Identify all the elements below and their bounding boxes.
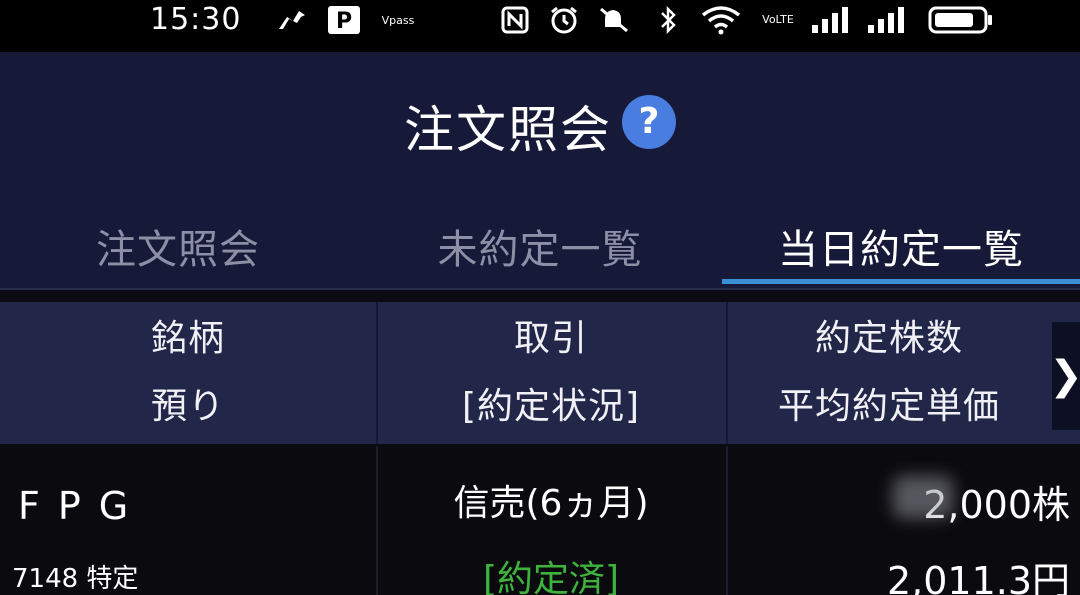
running-person-icon xyxy=(274,6,310,34)
column-custody-label: 預り xyxy=(150,386,225,427)
volte-icon: VoLTE xyxy=(762,13,794,26)
header-divider xyxy=(0,288,1080,290)
active-tab-indicator xyxy=(722,279,1080,284)
status-bar: 15:30 P Vpass VoLTE xyxy=(0,0,1080,52)
signal-icon xyxy=(866,6,910,34)
column-symbol-label: 銘柄 xyxy=(150,318,225,359)
bluetooth-icon xyxy=(656,5,682,35)
status-time: 15:30 xyxy=(150,2,242,37)
page-title: 注文照会 xyxy=(404,101,612,159)
scroll-right-button[interactable]: ❯ xyxy=(1049,322,1080,430)
tab-order-inquiry[interactable]: 注文照会 xyxy=(0,202,356,290)
column-status-label: [約定状況] xyxy=(461,386,641,427)
nfc-icon xyxy=(500,6,530,34)
average-price: 2,011.3円 xyxy=(886,559,1070,595)
status-badge: [約定済] xyxy=(482,559,620,595)
column-price-label: 平均約定単価 xyxy=(777,386,1000,427)
tab-unexecuted-list[interactable]: 未約定一覧 xyxy=(360,202,720,290)
p-pay-icon: P xyxy=(326,6,362,34)
app-header: 注文照会? 注文照会 未約定一覧 当日約定一覧 xyxy=(0,52,1080,290)
table-row[interactable]: FPG 7148 特定 信売(6ヵ月) [約定済] 2,000株 2,011.3… xyxy=(0,446,1080,595)
trade-type: 信売(6ヵ月) xyxy=(453,483,649,524)
redaction-blur xyxy=(893,476,953,518)
tab-bar: 注文照会 未約定一覧 当日約定一覧 xyxy=(0,202,1080,290)
battery-icon xyxy=(928,6,994,34)
column-trade: 取引 [約定状況] xyxy=(378,302,724,444)
help-icon[interactable]: ? xyxy=(622,95,676,149)
symbol-code-account: 7148 特定 xyxy=(12,564,139,594)
column-symbol: 銘柄 預り xyxy=(0,302,376,444)
alarm-icon xyxy=(548,6,580,34)
column-quantity: 約定株数 平均約定単価 xyxy=(728,302,1050,444)
column-header: 銘柄 預り 取引 [約定状況] 約定株数 平均約定単価 ❯ xyxy=(0,302,1080,444)
symbol-name: FPG xyxy=(18,484,147,528)
svg-text:P: P xyxy=(336,9,352,34)
wifi-icon xyxy=(698,6,744,35)
row-divider xyxy=(726,446,728,595)
vpass-icon: Vpass xyxy=(381,13,415,27)
mute-icon xyxy=(596,6,636,34)
tab-today-executed-list[interactable]: 当日約定一覧 xyxy=(722,202,1080,290)
title-bar: 注文照会? xyxy=(0,90,1080,162)
signal-icon xyxy=(810,6,854,34)
column-trade-label: 取引 xyxy=(513,318,588,359)
column-quantity-label: 約定株数 xyxy=(814,318,963,359)
